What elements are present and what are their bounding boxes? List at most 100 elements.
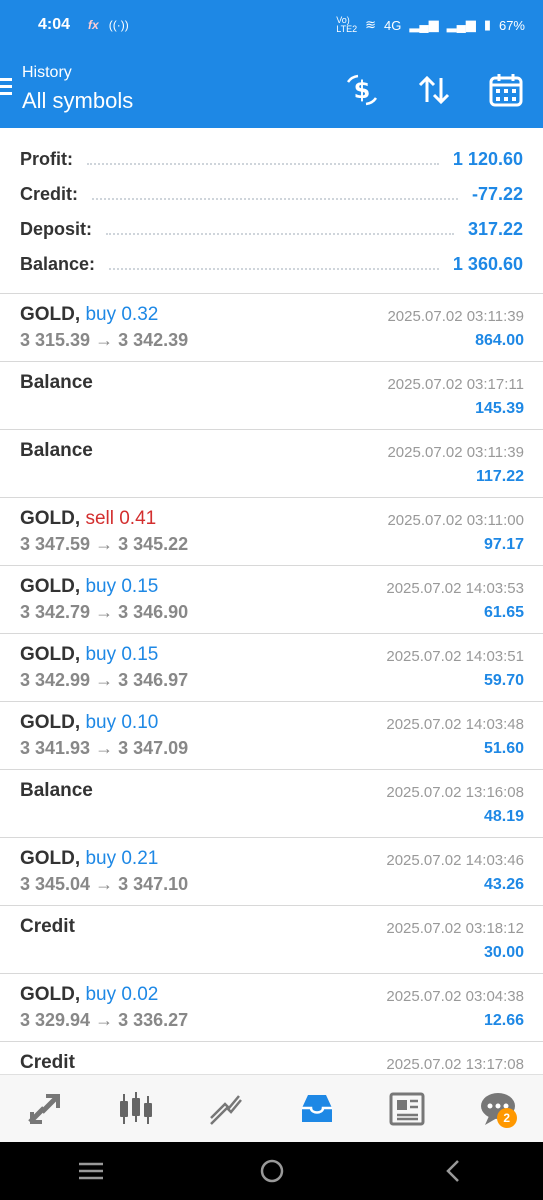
item-profit: 43.26 (483, 876, 524, 893)
history-item[interactable]: Balance 2025.07.02 03:17:11 145.39 (0, 362, 543, 430)
history-item[interactable]: GOLD, buy 0.15 3 342.79 → 3 346.90 2025.07… (0, 566, 543, 634)
summary-deposit: Deposit: 317.22 (0, 212, 543, 247)
item-time: 2025.07.02 14:03:48 (386, 716, 524, 733)
history-item[interactable]: GOLD, buy 0.10 3 341.93 → 3 347.09 2025.07… (0, 702, 543, 770)
item-side: buy 0.02 (85, 984, 159, 1005)
sort-icon (418, 75, 450, 105)
item-time: 2025.07.02 03:11:00 (387, 512, 524, 529)
app-bar-subtitle: History (22, 64, 72, 81)
item-name: GOLD, buy 0.21 (20, 848, 158, 870)
battery-level: 67% (498, 17, 525, 33)
item-name: GOLD, buy 0.10 (20, 712, 158, 734)
summary-value: 317.22 (467, 219, 523, 239)
item-name: GOLD, buy 0.32 (20, 304, 158, 326)
nav-news[interactable] (382, 1084, 432, 1134)
recent-apps-button[interactable] (71, 1151, 111, 1191)
item-symbol: GOLD, (20, 576, 81, 597)
item-prices: 3 341.93 → 3 347.09 (20, 738, 189, 758)
item-side: sell 0.41 (85, 508, 157, 529)
summary-label: Profit: (20, 149, 73, 169)
signal-icon-2: ▂▄▆ (446, 17, 476, 32)
deposit-filter-button[interactable]: $ (344, 72, 380, 108)
history-item[interactable]: GOLD, buy 0.15 3 342.99 → 3 346.97 2025.07… (0, 634, 543, 702)
app-bar: History All symbols $ (0, 50, 543, 128)
history-icon (301, 1094, 332, 1122)
chart-icon (119, 1091, 152, 1124)
item-profit: 97.17 (483, 536, 524, 553)
nav-history[interactable] (292, 1084, 342, 1134)
signal-icon: ▂▄▆ (409, 17, 439, 32)
item-prices: 3 342.79 → 3 346.90 (20, 602, 189, 622)
item-symbol: GOLD, (20, 848, 81, 869)
summary-label: Deposit: (20, 219, 92, 239)
back-icon (445, 1160, 459, 1182)
dollar-exchange-icon: $ (346, 74, 378, 106)
account-summary: Profit: 1 120.60 Credit: -77.22 Deposit:… (0, 128, 543, 294)
item-profit: 145.39 (475, 400, 524, 417)
wifi-calling-icon: ≋ (365, 17, 377, 32)
item-profit: 864.00 (475, 332, 524, 349)
item-name: GOLD, buy 0.02 (20, 984, 158, 1006)
item-time: 2025.07.02 14:03:46 (386, 852, 524, 869)
history-item[interactable]: Balance 2025.07.02 13:16:08 48.19 (0, 770, 543, 838)
nav-trade[interactable] (201, 1084, 251, 1134)
item-profit: 59.70 (483, 672, 524, 689)
item-symbol: GOLD, (20, 984, 81, 1005)
messages-badge: 2 (496, 1107, 517, 1128)
item-time: 2025.07.02 03:04:38 (386, 988, 524, 1005)
item-time: 2025.07.02 03:11:39 (387, 444, 524, 461)
sort-button[interactable] (416, 72, 452, 108)
item-time: 2025.07.02 13:17:08 (386, 1056, 524, 1073)
battery-icon: ▮ (483, 17, 491, 32)
item-prices: 3 315.39 → 3 342.39 (20, 330, 189, 350)
item-symbol: GOLD, (20, 644, 81, 665)
nav-quotes[interactable] (20, 1084, 70, 1134)
history-item[interactable]: Credit 2025.07.02 03:18:12 30.00 (0, 906, 543, 974)
item-profit: 30.00 (483, 944, 524, 961)
item-symbol: Balance (20, 372, 93, 393)
menu-icon[interactable] (0, 78, 14, 98)
nav-chart[interactable] (111, 1084, 161, 1134)
item-side: buy 0.32 (85, 304, 159, 325)
app-bar-title[interactable]: All symbols (22, 88, 133, 114)
calendar-button[interactable] (488, 72, 524, 108)
item-side: buy 0.10 (85, 712, 159, 733)
history-item[interactable]: GOLD, buy 0.21 3 345.04 → 3 347.10 2025.07… (0, 838, 543, 906)
hotspot-icon: ((·)) (108, 18, 129, 32)
history-item[interactable]: GOLD, buy 0.02 3 329.94 → 3 336.27 2025.07… (0, 974, 543, 1042)
summary-value: 1 360.60 (452, 254, 523, 274)
calendar-icon (489, 74, 523, 107)
item-prices: 3 342.99 → 3 346.97 (20, 670, 189, 690)
back-button[interactable] (433, 1151, 473, 1191)
item-profit: 51.60 (483, 740, 524, 757)
summary-balance: Balance: 1 360.60 (0, 247, 543, 282)
item-time: 2025.07.02 03:11:39 (387, 308, 524, 325)
item-name: Credit (20, 916, 75, 938)
recent-apps-icon (78, 1162, 103, 1180)
status-bar: 4:04 fx ((·)) Vo) LTE2 ≋ 4G ▂▄▆ ▂▄▆ ▮ 67% (0, 0, 543, 50)
item-symbol: Credit (20, 916, 75, 937)
summary-label: Balance: (20, 254, 96, 274)
summary-label: Credit: (20, 184, 78, 204)
item-profit: 48.19 (483, 808, 524, 825)
item-prices: 3 329.94 → 3 336.27 (20, 1010, 189, 1030)
nav-messages[interactable]: 2 (473, 1084, 523, 1134)
item-symbol: Balance (20, 780, 93, 801)
home-button[interactable] (252, 1151, 292, 1191)
item-time: 2025.07.02 03:17:11 (387, 376, 524, 393)
item-profit: 12.66 (483, 1012, 524, 1029)
history-list[interactable]: GOLD, buy 0.32 3 315.39 → 3 342.39 2025.07… (0, 294, 543, 1074)
item-name: GOLD, buy 0.15 (20, 644, 158, 666)
history-item[interactable]: Balance 2025.07.02 03:11:39 117.22 (0, 430, 543, 498)
item-side: buy 0.15 (85, 576, 159, 597)
system-nav-bar (0, 1142, 543, 1200)
item-name: Credit (20, 1052, 75, 1074)
history-item[interactable]: GOLD, sell 0.41 3 347.59 → 3 345.22 2025.0… (0, 498, 543, 566)
history-item[interactable]: GOLD, buy 0.32 3 315.39 → 3 342.39 2025.07… (0, 294, 543, 362)
volte-icon: Vo) LTE2 (336, 15, 358, 34)
home-icon (260, 1159, 283, 1183)
history-item[interactable]: Credit 2025.07.02 13:17:08 (0, 1042, 543, 1074)
item-time: 2025.07.02 03:18:12 (386, 920, 524, 937)
item-profit: 117.22 (475, 468, 524, 485)
item-name: GOLD, buy 0.15 (20, 576, 158, 598)
